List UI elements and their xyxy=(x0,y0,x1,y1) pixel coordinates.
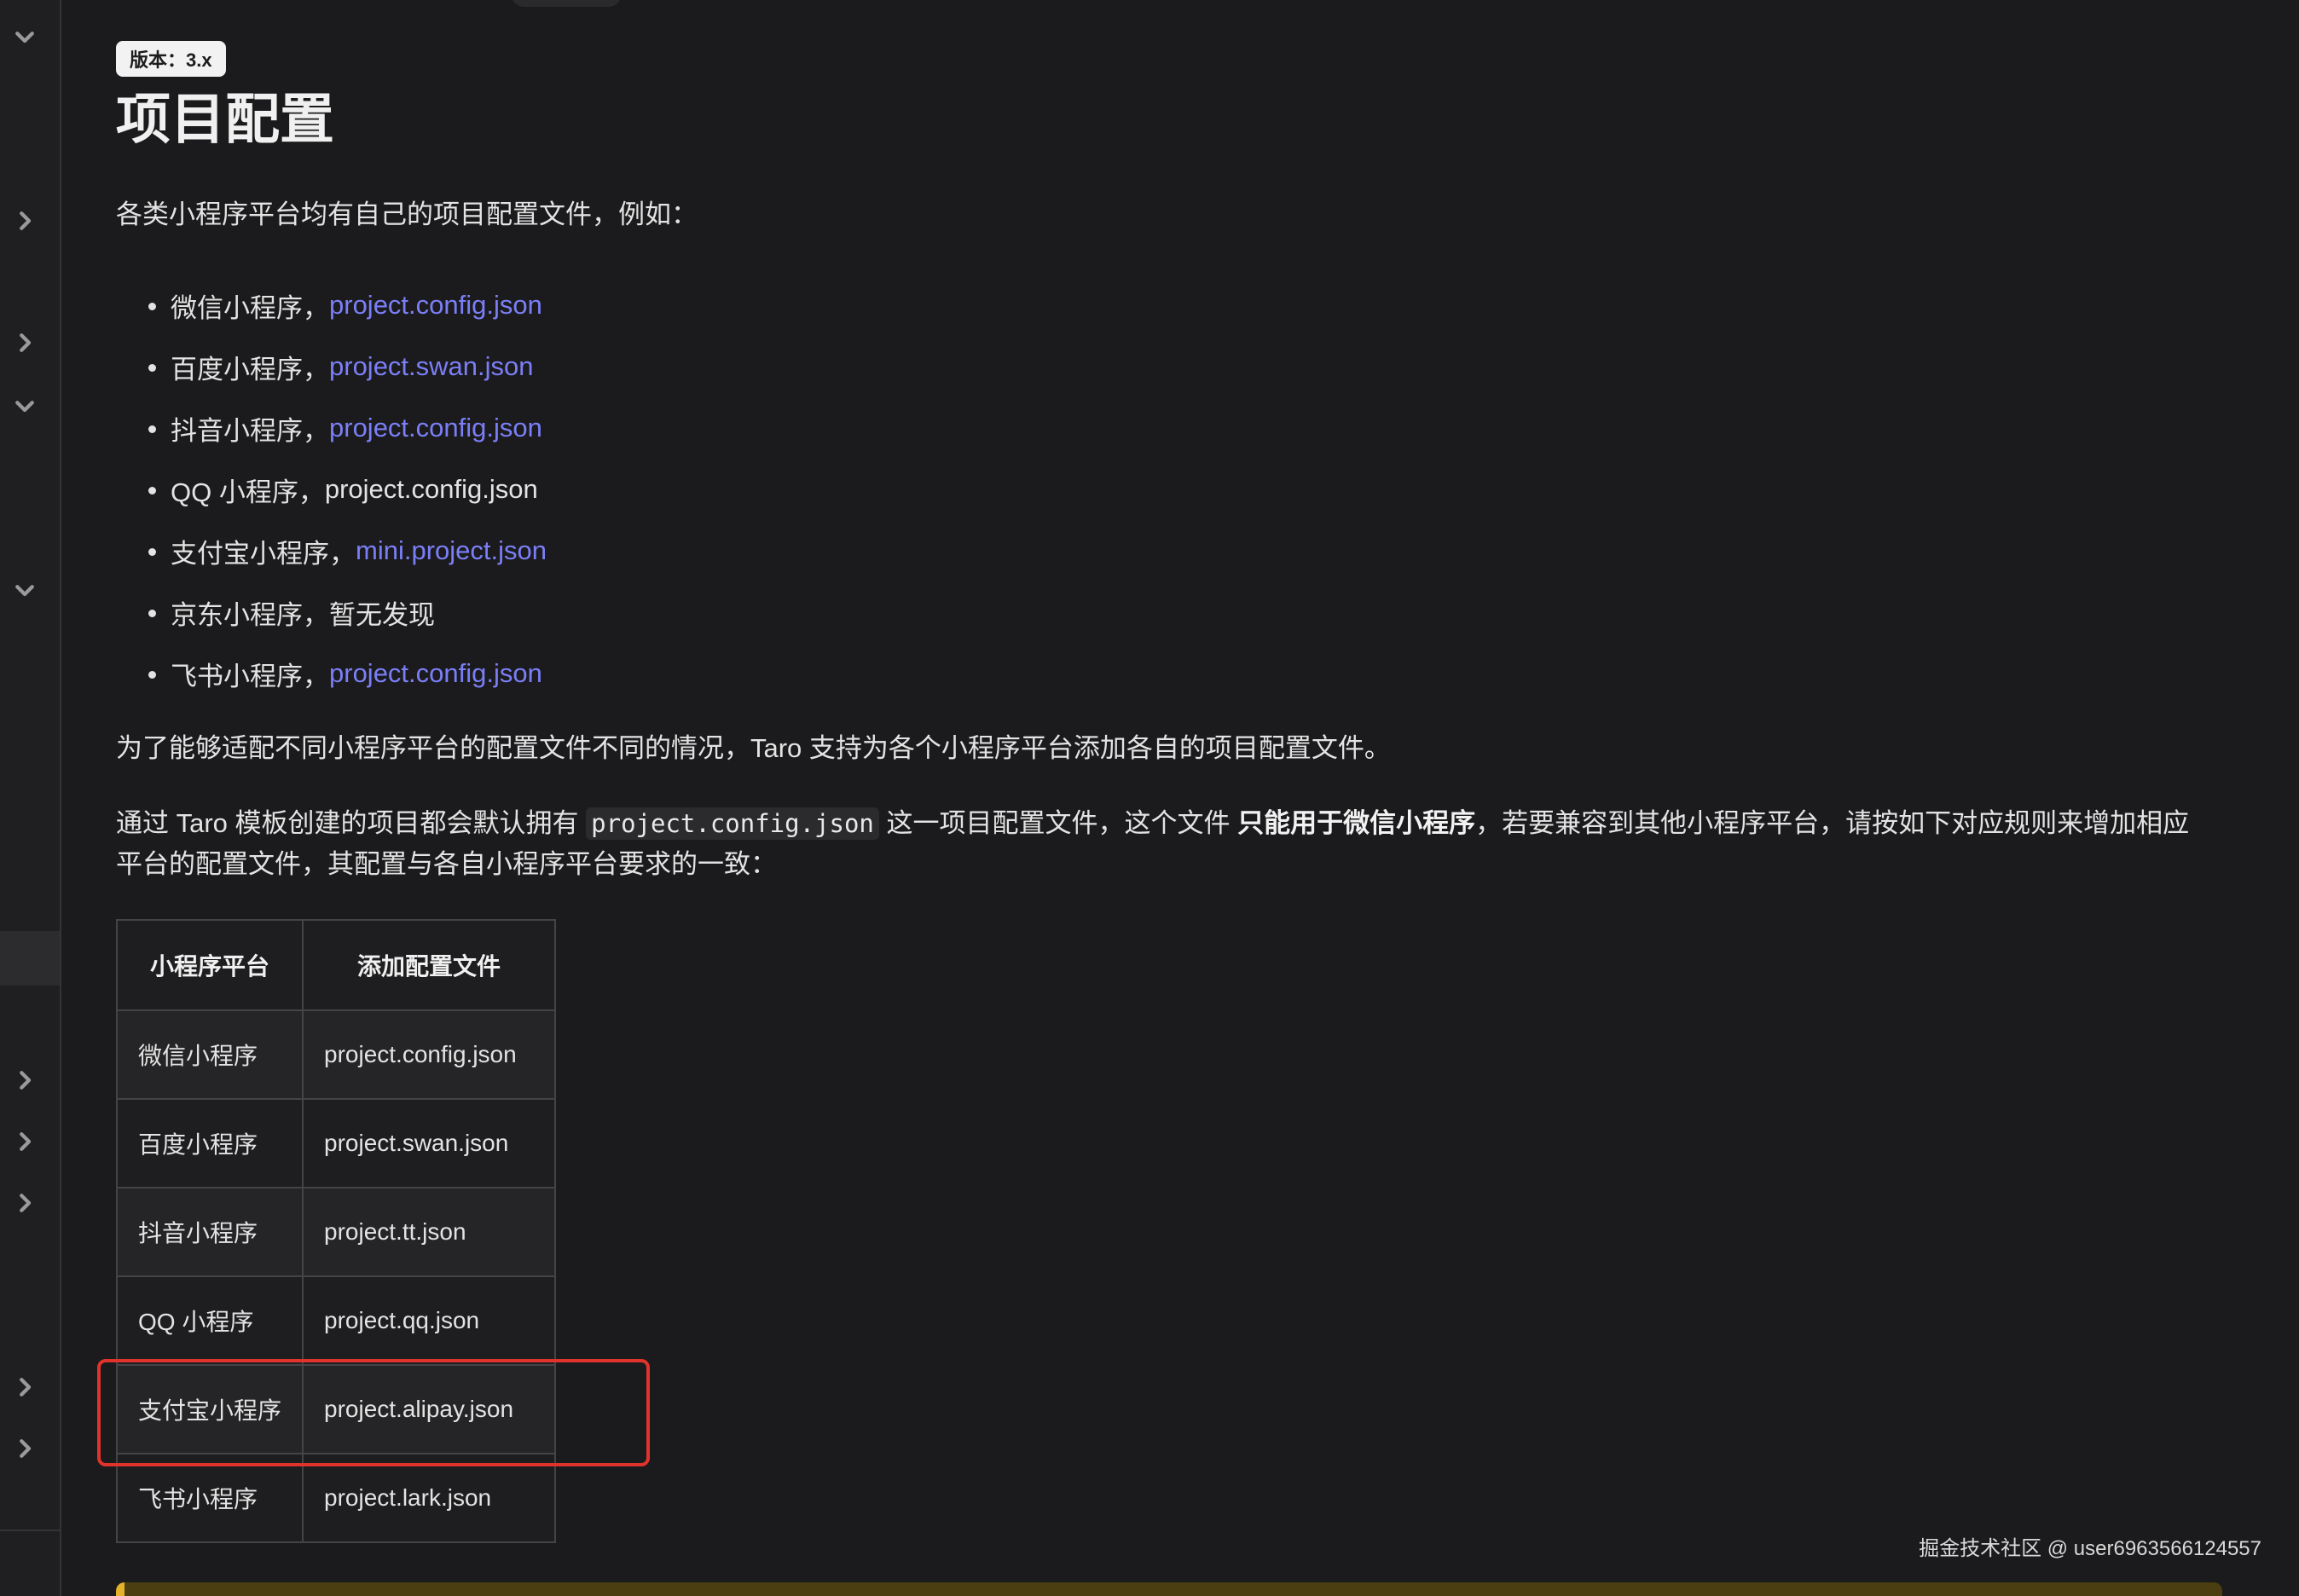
support-paragraph: 为了能够适配不同小程序平台的配置文件不同的情况，Taro 支持为各个小程序平台添… xyxy=(116,733,1391,763)
sidebar-expand-chevron-right-icon[interactable] xyxy=(10,1373,39,1402)
top-scroll-pill xyxy=(512,0,621,7)
table-row: 抖音小程序 project.tt.json xyxy=(116,1187,556,1277)
table-cell-platform: QQ 小程序 xyxy=(116,1275,304,1366)
platform-name: 支付宝小程序， xyxy=(171,538,356,569)
docs-sidebar xyxy=(0,0,61,1596)
table-cell-file: project.alipay.json xyxy=(302,1364,556,1454)
sidebar-collapse-chevron-down-icon[interactable] xyxy=(10,22,39,51)
admonition-box-top xyxy=(116,1582,2222,1596)
version-badge: 版本：3.x xyxy=(116,41,226,77)
table-cell-file: project.tt.json xyxy=(302,1187,556,1277)
config-file-link[interactable]: mini.project.json xyxy=(356,535,547,566)
platform-name: 京东小程序， xyxy=(171,599,329,630)
sidebar-collapse-chevron-down-icon[interactable] xyxy=(10,575,39,604)
table-row: 微信小程序 project.config.json xyxy=(116,1009,556,1100)
table-row: QQ 小程序 project.qq.json xyxy=(116,1275,556,1366)
table-cell-platform: 百度小程序 xyxy=(116,1098,304,1188)
list-item: 抖音小程序， project.config.json xyxy=(148,397,547,459)
config-file-link[interactable]: project.config.json xyxy=(329,658,542,689)
table-row: 支付宝小程序 project.alipay.json xyxy=(116,1364,556,1454)
list-item: QQ 小程序， project.config.json xyxy=(148,459,547,520)
platform-config-list: 微信小程序， project.config.json 百度小程序， projec… xyxy=(148,275,547,704)
sidebar-active-item[interactable] xyxy=(0,931,60,986)
sidebar-divider xyxy=(0,1530,60,1531)
table-cell-file: project.swan.json xyxy=(302,1098,556,1188)
config-file-text: 暂无发现 xyxy=(329,599,435,630)
sidebar-expand-chevron-right-icon[interactable] xyxy=(10,1127,39,1156)
table-cell-platform: 抖音小程序 xyxy=(116,1187,304,1277)
list-item: 京东小程序， 暂无发现 xyxy=(148,581,547,643)
default-text-1: 通过 Taro 模板创建的项目都会默认拥有 xyxy=(116,808,587,838)
table-header: 添加配置文件 xyxy=(302,919,556,1011)
sidebar-expand-chevron-right-icon[interactable] xyxy=(10,328,39,357)
platform-name: 飞书小程序， xyxy=(171,661,329,691)
watermark: 掘金技术社区 @ user6963566124557 xyxy=(1919,1537,2261,1560)
inline-code: project.config.json xyxy=(586,807,879,840)
platform-config-table: 小程序平台 添加配置文件 微信小程序 project.config.json 百… xyxy=(116,919,556,1543)
platform-name: 抖音小程序， xyxy=(171,415,329,446)
sidebar-expand-chevron-right-icon[interactable] xyxy=(10,1066,39,1095)
platform-name: QQ 小程序， xyxy=(171,477,325,507)
table-cell-file: project.lark.json xyxy=(302,1453,556,1543)
table-header-row: 小程序平台 添加配置文件 xyxy=(116,919,556,1011)
table-cell-platform: 飞书小程序 xyxy=(116,1453,304,1543)
sidebar-expand-chevron-right-icon[interactable] xyxy=(10,206,39,235)
page-title: 项目配置 xyxy=(116,89,334,150)
bold-note: 只能用于微信小程序 xyxy=(1237,808,1476,838)
config-file-link[interactable]: project.config.json xyxy=(329,290,542,321)
platform-name: 微信小程序， xyxy=(171,292,329,323)
table-cell-file: project.qq.json xyxy=(302,1275,556,1366)
platform-name: 百度小程序， xyxy=(171,354,329,385)
table-header: 小程序平台 xyxy=(116,919,304,1011)
config-file-link[interactable]: project.config.json xyxy=(329,413,542,443)
sidebar-expand-chevron-right-icon[interactable] xyxy=(10,1188,39,1217)
list-item: 百度小程序， project.swan.json xyxy=(148,336,547,397)
table-cell-platform: 支付宝小程序 xyxy=(116,1364,304,1454)
config-file-text: project.config.json xyxy=(324,474,538,504)
sidebar-expand-chevron-right-icon[interactable] xyxy=(10,1434,39,1463)
config-file-link[interactable]: project.swan.json xyxy=(329,351,534,382)
table-row: 百度小程序 project.swan.json xyxy=(116,1098,556,1188)
sidebar-collapse-chevron-down-icon[interactable] xyxy=(10,391,39,420)
list-item: 支付宝小程序， mini.project.json xyxy=(148,520,547,581)
list-item: 飞书小程序， project.config.json xyxy=(148,643,547,704)
intro-paragraph: 各类小程序平台均有自己的项目配置文件，例如： xyxy=(116,200,698,229)
table-cell-platform: 微信小程序 xyxy=(116,1009,304,1100)
table-row: 飞书小程序 project.lark.json xyxy=(116,1453,556,1543)
default-text-2: 这一项目配置文件，这个文件 xyxy=(878,808,1238,838)
list-item: 微信小程序， project.config.json xyxy=(148,275,547,336)
table-cell-file: project.config.json xyxy=(302,1009,556,1100)
default-config-paragraph: 通过 Taro 模板创建的项目都会默认拥有 project.config.jso… xyxy=(116,803,2197,885)
